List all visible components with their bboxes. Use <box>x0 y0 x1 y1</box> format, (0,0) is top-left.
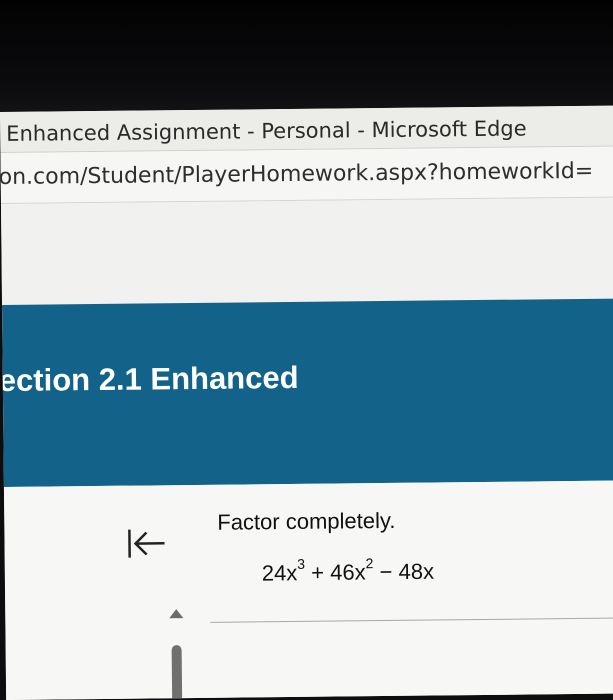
question-instruction: Factor completely. <box>217 507 396 535</box>
collapse-left-arrow-icon[interactable] <box>124 525 170 561</box>
triangle-up-icon[interactable] <box>169 609 184 619</box>
term2-exponent: 2 <box>365 555 374 572</box>
math-expression: 24x3 + 46x2 − 48x <box>261 555 435 586</box>
scrollbar-thumb[interactable] <box>171 645 183 700</box>
page-header-area <box>0 197 613 304</box>
address-bar-url[interactable]: on.com/Student/PlayerHomework.aspx?homew… <box>0 159 593 190</box>
window-titlebar: Enhanced Assignment - Personal - Microso… <box>0 105 613 153</box>
address-bar[interactable]: on.com/Student/PlayerHomework.aspx?homew… <box>0 146 613 204</box>
operator-minus: − <box>373 559 399 585</box>
operator-plus: + <box>304 559 331 586</box>
assignment-title: ection 2.1 Enhanced <box>0 359 299 399</box>
question-panel: Factor completely. 24x3 + 46x2 − 48x <box>3 480 613 700</box>
term3: 48x <box>398 558 435 585</box>
monitor-bezel <box>0 0 613 118</box>
assignment-banner: ection 2.1 Enhanced <box>0 298 613 487</box>
answer-divider <box>210 617 613 623</box>
term2-coefficient: 46x <box>330 559 366 585</box>
window-title: Enhanced Assignment - Personal - Microso… <box>6 116 527 146</box>
term1-exponent: 3 <box>297 555 306 572</box>
browser-window: Enhanced Assignment - Personal - Microso… <box>0 105 613 700</box>
term1-coefficient: 24x <box>261 560 298 586</box>
